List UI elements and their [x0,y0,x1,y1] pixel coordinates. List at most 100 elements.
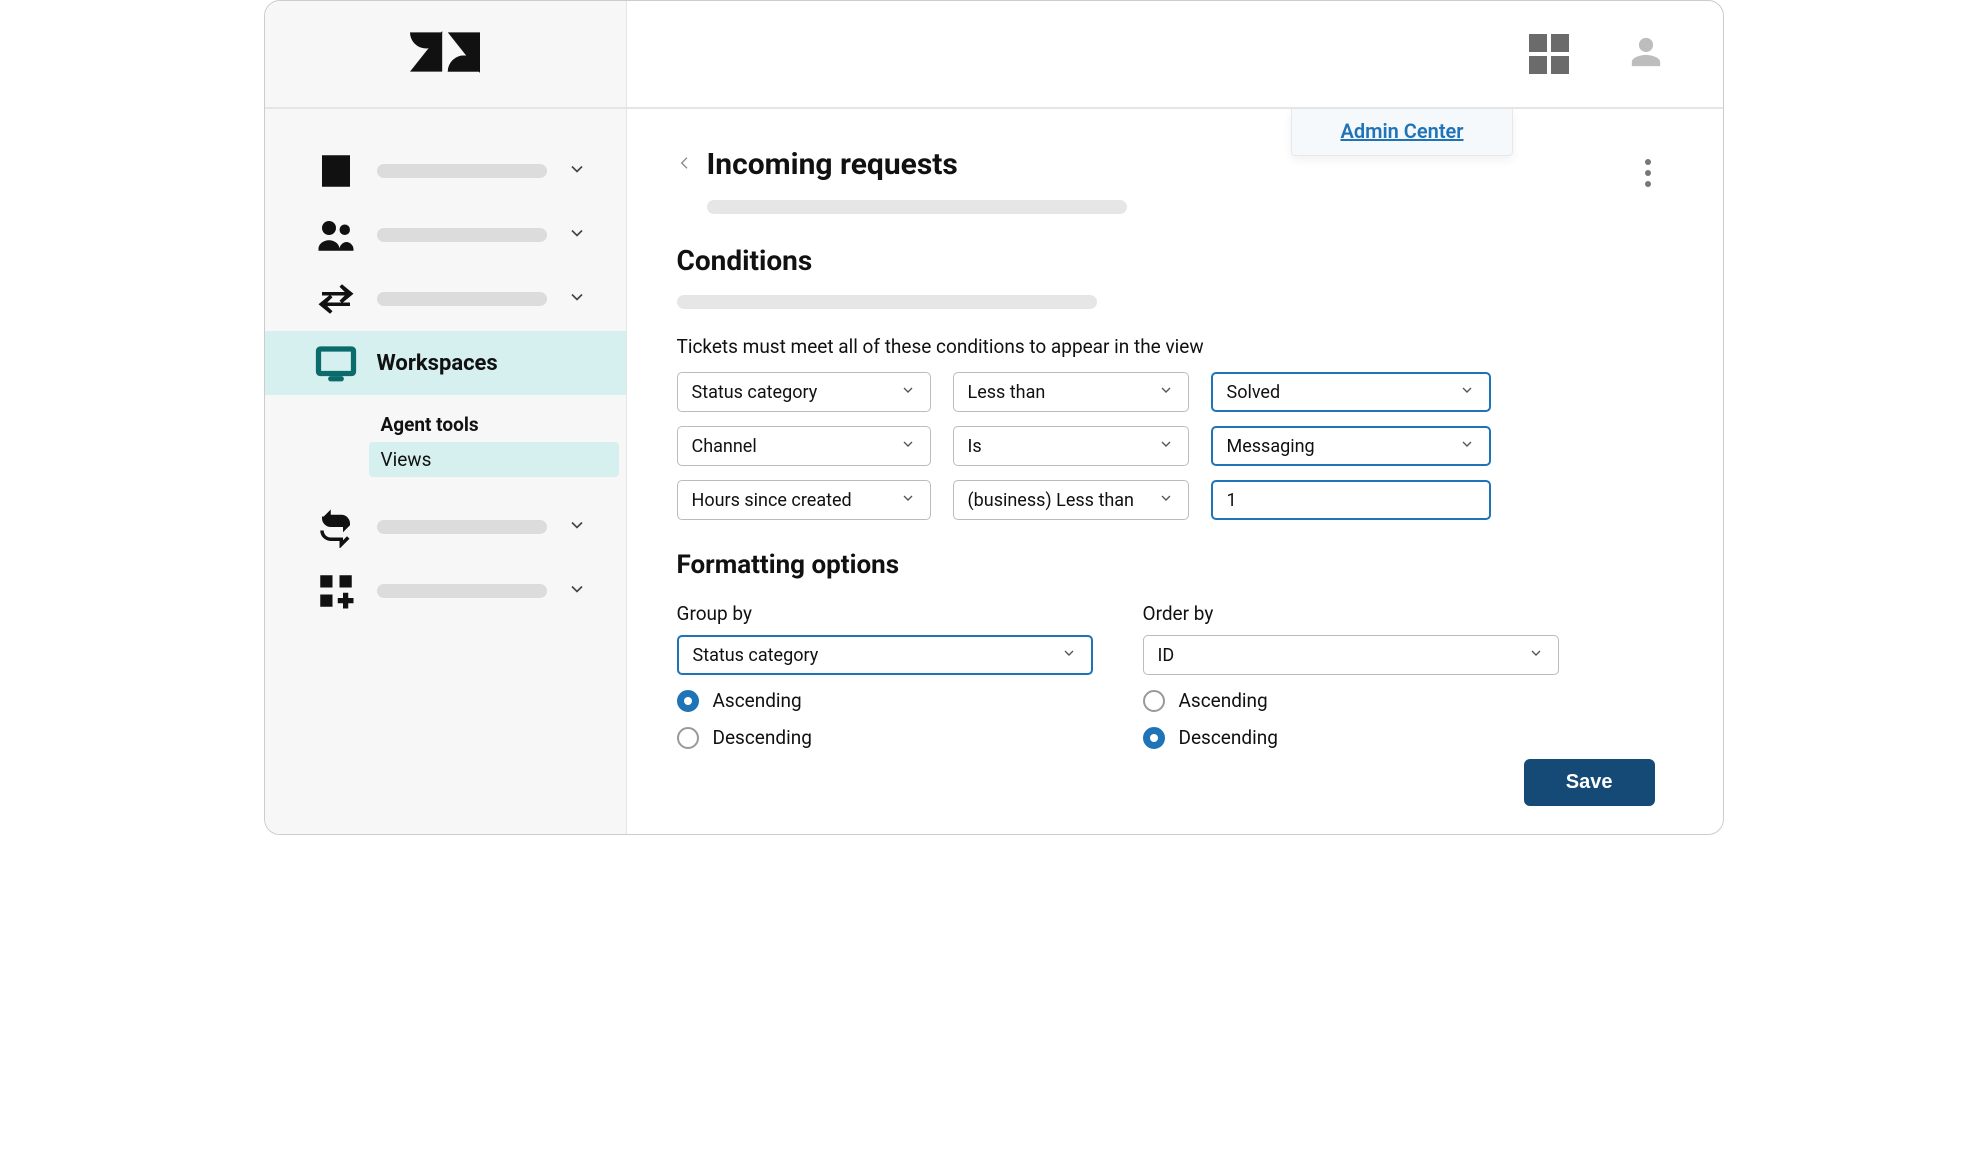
chevron-down-icon [1459,436,1475,457]
nav-placeholder [377,228,547,242]
routing-icon [315,506,357,548]
main-content: Admin Center Incoming requests Condition… [627,109,1723,834]
brand-area [265,1,627,107]
condition-field-select[interactable]: Hours since created [677,480,931,520]
order-descending-radio[interactable]: Descending [1143,726,1559,749]
formatting-row: Group by Status category Ascending Desce… [677,602,1673,749]
description-placeholder [707,200,1127,214]
admin-center-link[interactable]: Admin Center [1340,119,1463,143]
page-header: Incoming requests [677,147,1673,182]
arrows-icon [315,278,357,320]
sidebar: Workspaces Agent tools Views [265,109,627,834]
chevron-down-icon [900,490,916,511]
admin-center-popover: Admin Center [1291,109,1512,156]
select-value: Status category [692,382,818,403]
nav-placeholder [377,584,547,598]
sidebar-subheading: Agent tools [381,413,626,436]
chevron-down-icon [1459,382,1475,403]
condition-row: Hours since created (business) Less than… [677,480,1673,520]
chevron-down-icon [567,579,587,603]
nav-placeholder [377,520,547,534]
user-avatar-icon[interactable] [1629,35,1663,73]
conditions-helper-text: Tickets must meet all of these condition… [677,335,1673,358]
order-by-column: Order by ID Ascending Descending [1143,602,1559,749]
order-ascending-radio[interactable]: Ascending [1143,689,1559,712]
radio-icon [1143,727,1165,749]
building-icon [315,150,357,192]
condition-field-select[interactable]: Status category [677,372,931,412]
condition-row: Channel Is Messaging [677,426,1673,466]
condition-value-input[interactable]: 1 [1211,480,1491,520]
group-by-select[interactable]: Status category [677,635,1093,675]
condition-operator-select[interactable]: Is [953,426,1189,466]
condition-value-select[interactable]: Messaging [1211,426,1491,466]
body: Workspaces Agent tools Views [265,109,1723,834]
back-button[interactable] [677,151,693,179]
sidebar-subitems: Agent tools Views [265,413,626,477]
group-descending-radio[interactable]: Descending [677,726,1093,749]
select-value: Solved [1227,382,1281,403]
monitor-icon [315,342,357,384]
radio-icon [1143,690,1165,712]
radio-label: Ascending [713,689,802,712]
condition-row: Status category Less than Solved [677,372,1673,412]
chevron-down-icon [567,515,587,539]
sidebar-subitem-views[interactable]: Views [369,442,619,477]
sidebar-item-label: Workspaces [377,351,590,376]
formatting-heading: Formatting options [677,550,1673,580]
chevron-down-icon [567,287,587,311]
topbar-actions [627,34,1723,74]
people-icon [315,214,357,256]
chevron-down-icon [567,159,587,183]
condition-value-select[interactable]: Solved [1211,372,1491,412]
chevron-down-icon [1158,436,1174,457]
chevron-down-icon [1061,645,1077,666]
app-window: Workspaces Agent tools Views [264,0,1724,835]
order-by-label: Order by [1143,602,1559,625]
sidebar-item-account[interactable] [265,139,626,203]
group-ascending-radio[interactable]: Ascending [677,689,1093,712]
chevron-down-icon [900,382,916,403]
apps-add-icon [315,570,357,612]
more-actions-button[interactable] [1645,159,1651,187]
zendesk-logo-icon [410,24,480,84]
sidebar-item-apps[interactable] [265,559,626,623]
radio-icon [677,727,699,749]
select-value: Hours since created [692,490,852,511]
condition-field-select[interactable]: Channel [677,426,931,466]
topbar [265,1,1723,109]
group-by-label: Group by [677,602,1093,625]
chevron-down-icon [1158,490,1174,511]
chevron-down-icon [1528,645,1544,666]
select-value: Channel [692,436,757,457]
chevron-down-icon [1158,382,1174,403]
radio-label: Descending [713,726,812,749]
select-value: Status category [693,645,819,666]
select-value: ID [1158,645,1175,666]
select-value: Messaging [1227,436,1315,457]
page-title: Incoming requests [707,147,958,182]
save-button[interactable]: Save [1524,759,1655,806]
radio-label: Descending [1179,726,1278,749]
radio-label: Ascending [1179,689,1268,712]
order-by-select[interactable]: ID [1143,635,1559,675]
chevron-down-icon [900,436,916,457]
chevron-down-icon [567,223,587,247]
sidebar-item-objects[interactable] [265,495,626,559]
conditions-heading: Conditions [677,244,1673,277]
sidebar-item-workspaces[interactable]: Workspaces [265,331,626,395]
group-by-column: Group by Status category Ascending Desce… [677,602,1093,749]
select-value: Less than [968,382,1046,403]
select-value: (business) Less than [968,490,1134,511]
select-value: Is [968,436,982,457]
apps-grid-icon[interactable] [1529,34,1569,74]
conditions-description-placeholder [677,295,1097,309]
condition-operator-select[interactable]: (business) Less than [953,480,1189,520]
nav-placeholder [377,164,547,178]
sidebar-item-channels[interactable] [265,267,626,331]
nav-placeholder [377,292,547,306]
radio-icon [677,690,699,712]
input-value: 1 [1227,490,1237,511]
sidebar-item-people[interactable] [265,203,626,267]
condition-operator-select[interactable]: Less than [953,372,1189,412]
